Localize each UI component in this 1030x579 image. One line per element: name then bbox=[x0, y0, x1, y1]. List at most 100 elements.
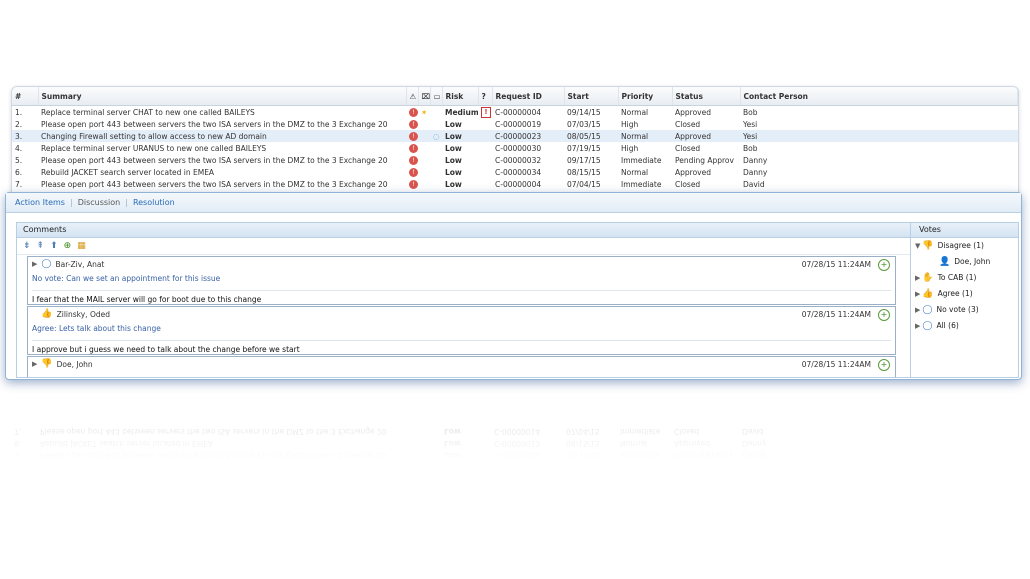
voter-name: Doe, John bbox=[954, 257, 991, 266]
row-start: 08/05/15 bbox=[564, 130, 618, 142]
expand-triangle-icon[interactable]: ▶ bbox=[915, 322, 920, 330]
comment-thread: ▶ 👍 Zilinsky, Oded 07/28/15 11:24AM + Ag… bbox=[27, 306, 896, 355]
reflection-request-id: C-00000013 bbox=[494, 439, 541, 449]
thumbs-up-icon: 👍 bbox=[41, 309, 53, 319]
votes-panel: Votes ▼ 👎 Disagree (1) 👤 Doe, John ▶ ✋ To CAB… bbox=[910, 222, 1019, 378]
table-row[interactable]: 5. Please open port 443 between servers … bbox=[12, 154, 1018, 166]
thumbs-down-icon: 👎 bbox=[922, 241, 934, 251]
col-header-num[interactable]: # bbox=[12, 87, 39, 106]
comments-title: Comments bbox=[17, 223, 911, 238]
expand-triangle-icon[interactable]: ▶ bbox=[915, 290, 920, 298]
warning-icon: ! bbox=[481, 106, 491, 118]
reflection-request-id: C-00000012 bbox=[494, 451, 541, 461]
col-header-contact[interactable]: Contact Person bbox=[740, 87, 1018, 106]
reflection-contact: Danny bbox=[742, 439, 767, 449]
col-header-status[interactable]: Status bbox=[672, 87, 741, 106]
vote-group-to-cab[interactable]: ▶ ✋ To CAB (1) bbox=[911, 270, 1018, 286]
comment-header[interactable]: ▶ 👎 Doe, John 07/28/15 11:24AM + bbox=[28, 357, 895, 371]
col-header-summary[interactable]: Summary bbox=[38, 87, 407, 106]
table-row[interactable]: 4. Replace terminal server URANUS to new… bbox=[12, 142, 1018, 154]
vote-group-agree[interactable]: ▶ 👍 Agree (1) bbox=[911, 286, 1018, 302]
comment-header[interactable]: ▶ 👍 Zilinsky, Oded 07/28/15 11:24AM + bbox=[28, 307, 895, 321]
expand-triangle-icon[interactable]: ▶ bbox=[915, 274, 920, 282]
add-reply-icon[interactable]: + bbox=[878, 309, 890, 321]
row-contact: Danny bbox=[743, 167, 768, 177]
vote-group-label: Disagree (1) bbox=[937, 241, 984, 250]
alert-badge-icon: ! bbox=[409, 167, 418, 177]
hand-icon: ✋ bbox=[922, 273, 934, 283]
table-row[interactable]: 6. Rebuild JACKET search server located … bbox=[12, 166, 1018, 178]
row-start: 07/03/15 bbox=[567, 119, 601, 129]
vote-group-label: No vote (3) bbox=[936, 305, 979, 314]
row-contact: Bob bbox=[743, 107, 758, 117]
expand-triangle-icon[interactable]: ▶ bbox=[915, 306, 920, 314]
comment-date: 07/28/15 11:24AM bbox=[801, 309, 871, 319]
table-row[interactable]: 2. Please open port 443 between servers … bbox=[12, 118, 1018, 130]
row-status: Pending Approv bbox=[675, 155, 734, 165]
reflection-start: 09/17/15 bbox=[566, 451, 600, 461]
row-num: 7. bbox=[15, 179, 23, 189]
vote-group-label: Agree (1) bbox=[937, 289, 973, 298]
vote-group-label: To CAB (1) bbox=[937, 273, 977, 282]
row-priority: Immediate bbox=[621, 155, 662, 165]
reflection-num: 6. bbox=[14, 439, 22, 449]
detail-tabs: Action Items | Discussion | Resolution bbox=[6, 193, 1021, 213]
tab-action-items[interactable]: Action Items bbox=[15, 198, 65, 207]
row-status: Approved bbox=[675, 107, 711, 117]
row-status: Closed bbox=[675, 119, 701, 129]
col-header-comment-icon[interactable]: ▭ bbox=[430, 87, 443, 106]
col-header-risk[interactable]: Risk bbox=[442, 87, 479, 106]
alert-badge-icon: ! bbox=[409, 107, 418, 117]
row-num: 3. bbox=[12, 130, 38, 142]
reflection-num: 7. bbox=[14, 427, 22, 437]
expand-all-icon[interactable]: ⇟ bbox=[23, 241, 31, 251]
table-row-selected[interactable]: 3. Changing Firewall setting to allow ac… bbox=[12, 130, 1018, 142]
up-icon[interactable]: ⬆ bbox=[50, 241, 58, 251]
row-priority: Immediate bbox=[621, 179, 662, 189]
filter-icon[interactable]: ▦ bbox=[77, 241, 86, 251]
reflection-status: Closed bbox=[674, 427, 700, 437]
alert-badge-icon: ! bbox=[409, 131, 418, 141]
vote-group-no-vote[interactable]: ▶ ◯ No vote (3) bbox=[911, 302, 1018, 318]
add-reply-icon[interactable]: + bbox=[878, 259, 890, 271]
row-request-id: C-00000023 bbox=[492, 130, 564, 142]
row-summary: Replace terminal server URANUS to new on… bbox=[41, 143, 267, 153]
collapse-all-icon[interactable]: ⇞ bbox=[37, 241, 45, 251]
add-reply-icon[interactable]: + bbox=[878, 359, 890, 371]
row-risk: Low bbox=[445, 167, 462, 177]
table-row[interactable]: 7. Please open port 443 between servers … bbox=[12, 178, 1018, 190]
tab-resolution[interactable]: Resolution bbox=[133, 198, 175, 207]
speech-bubble-icon: ◯ bbox=[922, 305, 933, 315]
col-header-attachment-icon[interactable]: ⌧ bbox=[418, 87, 431, 106]
collapse-triangle-icon[interactable]: ▼ bbox=[915, 242, 920, 250]
add-comment-icon[interactable]: ⊕ bbox=[64, 241, 72, 251]
expand-triangle-icon[interactable]: ▶ bbox=[32, 260, 37, 268]
reflection-status: Pending Approv bbox=[674, 451, 733, 461]
vote-group-all[interactable]: ▶ ◯ All (6) bbox=[911, 318, 1018, 334]
tab-discussion[interactable]: Discussion bbox=[78, 198, 121, 207]
col-header-request-id[interactable]: Request ID bbox=[492, 87, 565, 106]
comment-date: 07/28/15 11:24AM bbox=[801, 259, 871, 269]
comment-bubble-icon: ◌ bbox=[433, 131, 440, 141]
row-priority: Normal bbox=[618, 130, 672, 142]
row-priority: High bbox=[621, 119, 639, 129]
alert-badge-icon: ! bbox=[409, 179, 418, 189]
thumbs-up-icon: 👍 bbox=[922, 289, 934, 299]
reflection-risk: Low bbox=[444, 439, 461, 449]
col-header-alert-icon[interactable]: ⚠ bbox=[406, 87, 419, 106]
col-header-priority[interactable]: Priority bbox=[618, 87, 673, 106]
row-summary: Please open port 443 between servers the… bbox=[41, 179, 388, 189]
comment-header[interactable]: ▶ ◯ Bar-Ziv, Anat 07/28/15 11:24AM + bbox=[28, 257, 895, 271]
col-header-info-icon[interactable]: ? bbox=[478, 87, 493, 106]
reflection-row: 6. Rebuild JACKET search server located … bbox=[11, 438, 1017, 450]
tab-separator: | bbox=[125, 198, 128, 207]
reflection-priority: Immediate bbox=[620, 427, 661, 437]
expand-triangle-icon[interactable]: ▶ bbox=[32, 360, 37, 368]
row-start: 07/19/15 bbox=[567, 143, 601, 153]
row-start: 09/14/15 bbox=[567, 107, 601, 117]
table-row[interactable]: 1. Replace terminal server CHAT to new o… bbox=[12, 106, 1018, 119]
col-header-start[interactable]: Start bbox=[564, 87, 619, 106]
vote-group-disagree[interactable]: ▼ 👎 Disagree (1) bbox=[911, 238, 1018, 254]
reflection-num: 5. bbox=[14, 451, 22, 461]
vote-voter[interactable]: 👤 Doe, John bbox=[911, 254, 1018, 270]
